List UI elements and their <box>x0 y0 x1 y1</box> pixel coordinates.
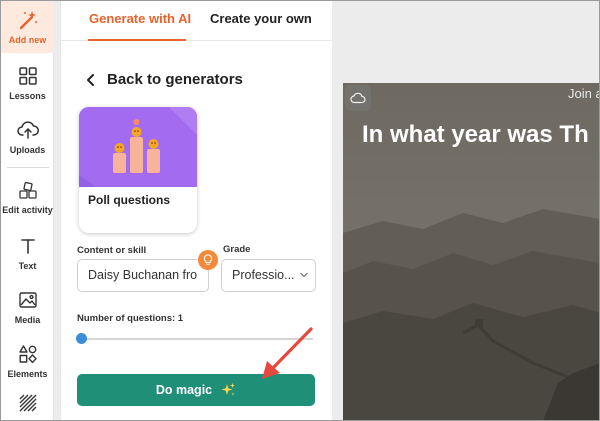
content-skill-input[interactable]: Daisy Buchanan fro <box>77 259 209 292</box>
grade-select[interactable]: Professio... <box>221 259 316 292</box>
left-rail: Add new Lessons Uploads Edit activity Te… <box>1 1 54 420</box>
slide-preview[interactable]: Join a In what year was Th <box>343 83 600 421</box>
rail-item-label: Elements <box>7 369 48 379</box>
cloud-icon <box>350 92 366 104</box>
cloud-upload-icon <box>16 119 39 141</box>
grade-value: Professio... <box>232 268 295 282</box>
rail-item-label: Edit activity <box>2 205 53 215</box>
rail-item-pattern[interactable] <box>1 386 54 420</box>
content-skill-label: Content or skill <box>77 245 147 256</box>
poll-questions-card[interactable]: Poll questions <box>79 107 197 233</box>
active-tab-indicator <box>88 39 186 41</box>
chevron-down-icon <box>300 272 308 278</box>
image-icon <box>17 289 39 311</box>
do-magic-label: Do magic <box>155 383 213 397</box>
grade-label: Grade <box>223 244 251 255</box>
back-label: Back to generators <box>107 71 243 88</box>
do-magic-button[interactable]: Do magic <box>77 374 315 406</box>
poll-illustration <box>79 107 197 187</box>
shapes-icon <box>17 343 39 365</box>
generator-panel: Generate with AI Create your own Back to… <box>60 1 333 420</box>
blocks-icon <box>17 179 39 201</box>
grid-icon <box>17 65 39 87</box>
lightbulb-icon <box>203 254 213 265</box>
rail-item-label: Lessons <box>9 91 46 101</box>
question-text: In what year was Th <box>362 121 589 148</box>
tab-generate-with-ai[interactable]: Generate with AI <box>89 11 191 26</box>
sparkles-icon <box>221 383 236 396</box>
join-text: Join a <box>568 86 600 101</box>
panel-tabs: Generate with AI Create your own <box>61 1 333 41</box>
card-title: Poll questions <box>88 193 171 207</box>
rail-item-label: Text <box>18 261 37 271</box>
rail-item-label: Media <box>14 315 41 325</box>
rail-item-elements[interactable]: Elements <box>1 335 54 387</box>
text-icon <box>17 235 39 257</box>
tab-create-your-own[interactable]: Create your own <box>210 11 312 26</box>
slider-thumb[interactable] <box>76 333 87 344</box>
rail-item-text[interactable]: Text <box>1 227 54 279</box>
pattern-icon <box>17 392 39 414</box>
number-of-questions-slider[interactable] <box>81 338 313 340</box>
rail-item-uploads[interactable]: Uploads <box>1 111 54 163</box>
suggestion-bulb-button[interactable] <box>198 250 218 270</box>
rail-item-label: Uploads <box>9 145 46 155</box>
rail-item-label: Add new <box>8 35 47 45</box>
back-to-generators-link[interactable]: Back to generators <box>85 71 243 88</box>
rail-item-lessons[interactable]: Lessons <box>1 57 54 109</box>
rail-item-media[interactable]: Media <box>1 281 54 333</box>
rail-item-edit-activity[interactable]: Edit activity <box>1 171 54 223</box>
number-of-questions-label: Number of questions: 1 <box>77 313 184 324</box>
chevron-left-icon <box>87 73 94 86</box>
cloud-save-button[interactable] <box>345 85 371 111</box>
magic-wand-icon <box>17 9 39 31</box>
rail-divider <box>7 167 49 168</box>
rail-item-add-new[interactable]: Add new <box>1 1 54 53</box>
